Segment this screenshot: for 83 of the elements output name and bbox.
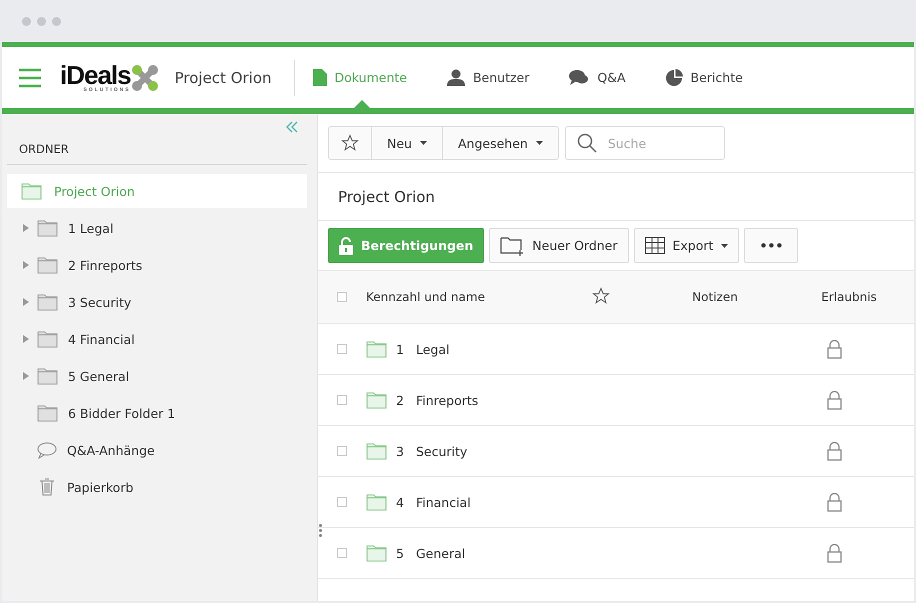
folder-number: 5 <box>396 546 404 560</box>
expand-arrow-icon[interactable] <box>23 298 29 306</box>
folder-icon <box>37 404 58 422</box>
search-field[interactable]: Suche <box>564 126 725 160</box>
folder-icon <box>37 368 58 384</box>
folder-icon <box>366 544 387 562</box>
window-dot <box>22 16 31 26</box>
folder-number: 3 <box>396 444 404 458</box>
more-button[interactable]: ••• <box>744 228 798 263</box>
folder-name[interactable]: General <box>416 546 466 560</box>
folder-item[interactable]: 1 Legal <box>7 211 307 245</box>
active-tab-pointer <box>354 100 370 108</box>
lock-icon <box>826 442 842 460</box>
resize-handle[interactable] <box>319 524 322 537</box>
document-icon <box>312 69 327 86</box>
viewed-filter-button[interactable]: Angesehen <box>442 127 558 159</box>
expand-arrow-icon[interactable] <box>23 261 29 269</box>
folder-icon <box>366 494 387 510</box>
folder-number: 4 <box>396 494 404 510</box>
expand-arrow-icon[interactable] <box>23 372 29 380</box>
star-icon <box>341 134 359 152</box>
folder-icon <box>366 442 387 460</box>
caret-icon <box>721 244 728 248</box>
project-name: Project Orion <box>174 60 295 96</box>
folder-number: 2 <box>396 392 404 408</box>
folder-name[interactable]: Finreports <box>416 392 478 408</box>
lock-icon <box>826 390 842 410</box>
window-dot <box>37 16 46 26</box>
folder-item[interactable]: 3 Security <box>7 285 307 319</box>
folder-item[interactable]: Q&A-Anhänge <box>7 433 307 467</box>
folder-title: Project Orion <box>318 173 914 221</box>
speech-bubble-icon <box>37 442 57 458</box>
folder-item[interactable]: 6 Bidder Folder 1 <box>7 396 307 430</box>
chat-icon <box>569 69 590 86</box>
row-checkbox[interactable] <box>337 548 347 558</box>
folder-icon <box>37 256 58 274</box>
lock-icon <box>826 340 842 358</box>
row-checkbox[interactable] <box>337 344 347 354</box>
folder-icon <box>37 330 58 348</box>
nav-tab[interactable]: Q&A <box>551 47 648 108</box>
folder-icon <box>37 294 58 310</box>
caret-icon <box>420 141 427 145</box>
expand-arrow-icon[interactable] <box>23 335 29 343</box>
search-icon <box>576 133 597 153</box>
folder-icon <box>366 340 387 358</box>
row-checkbox[interactable] <box>337 497 347 507</box>
folder-name[interactable]: Security <box>416 444 468 458</box>
folder-item[interactable]: 5 General <box>7 359 307 393</box>
new-filter-button[interactable]: Neu <box>371 127 442 159</box>
folder-plus-icon <box>500 236 524 256</box>
column-header[interactable]: Notizen <box>692 290 738 304</box>
caret-icon <box>536 141 543 145</box>
expand-arrow-icon[interactable] <box>23 224 29 232</box>
pie-chart-icon <box>666 69 683 86</box>
nav-tab[interactable]: Benutzer <box>428 47 552 108</box>
sidebar-title: ORDNER <box>7 134 307 165</box>
folder-item[interactable]: 2 Finreports <box>7 248 307 282</box>
folder-name[interactable]: Financial <box>416 494 471 510</box>
select-all-checkbox[interactable] <box>337 292 347 302</box>
nav-tab[interactable]: Berichte <box>648 47 765 108</box>
folder-number: 1 <box>396 342 404 356</box>
folder-item[interactable]: 4 Financial <box>7 322 307 356</box>
folder-icon <box>21 182 42 200</box>
folder-name[interactable]: Legal <box>416 342 450 356</box>
row-checkbox[interactable] <box>337 446 347 456</box>
export-button[interactable]: Export <box>634 228 740 263</box>
folder-icon <box>366 392 387 408</box>
column-header[interactable]: Erlaubnis <box>821 290 877 304</box>
new-folder-button[interactable]: Neuer Ordner <box>489 228 629 263</box>
collapse-icon[interactable] <box>285 120 299 134</box>
folder-icon <box>37 220 58 236</box>
lock-icon <box>826 492 842 512</box>
menu-icon[interactable] <box>18 68 42 88</box>
column-header[interactable]: Kennzahl und name <box>366 290 485 304</box>
row-checkbox[interactable] <box>337 395 347 405</box>
user-icon <box>446 69 465 86</box>
window-dot <box>52 16 61 26</box>
trash-icon <box>37 478 57 496</box>
table-icon <box>644 237 665 254</box>
unlock-icon <box>339 236 353 254</box>
folder-item[interactable]: Papierkorb <box>7 470 307 504</box>
lock-icon <box>826 544 842 562</box>
star-icon <box>592 286 610 304</box>
